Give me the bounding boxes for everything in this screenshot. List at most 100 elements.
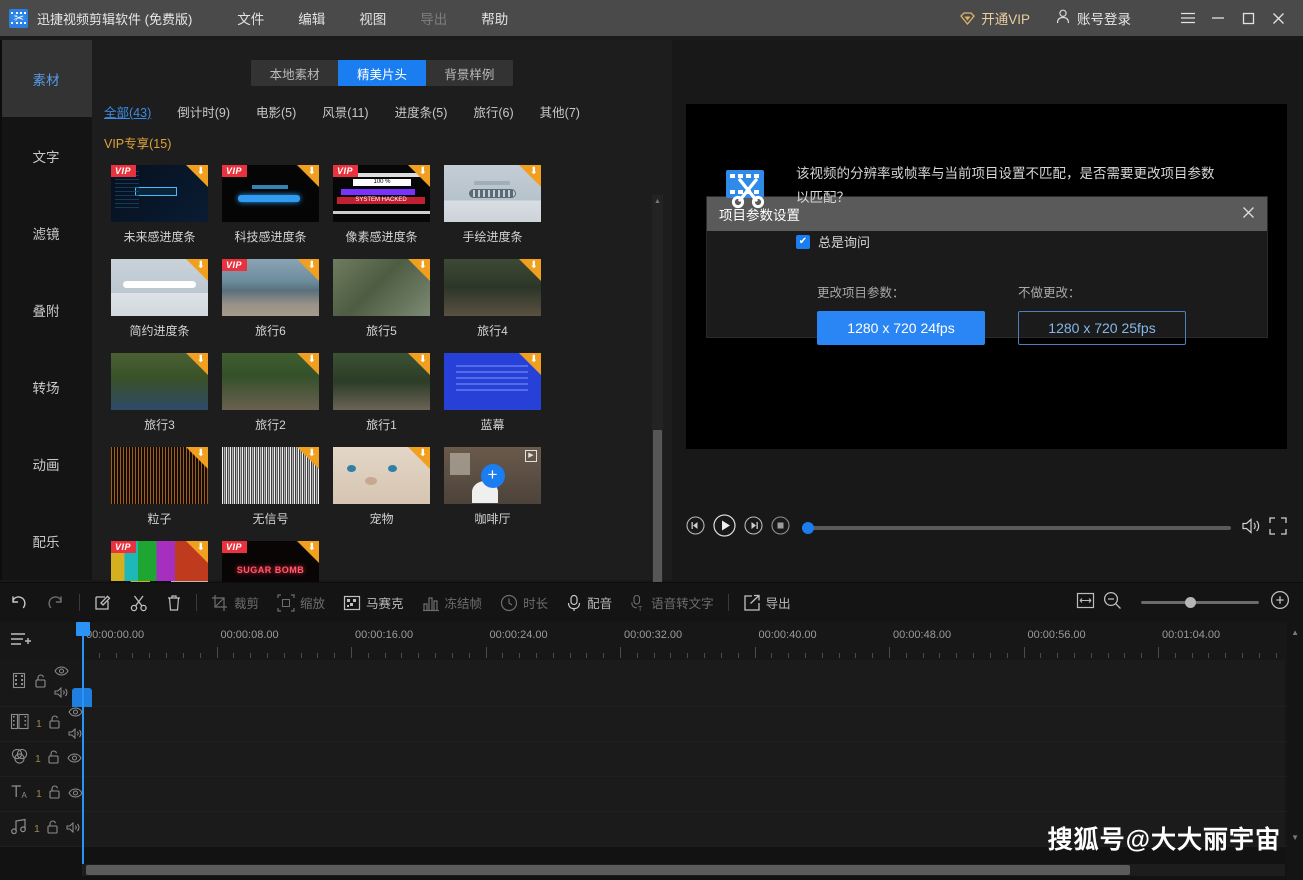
category-vip-exclusive[interactable]: VIP专享(15) (104, 133, 171, 152)
timeline-track-row[interactable] (0, 660, 1303, 707)
eye-icon[interactable] (54, 663, 69, 681)
minimize-icon[interactable] (1203, 3, 1233, 33)
fit-timeline-icon[interactable] (1076, 592, 1095, 614)
category-travel[interactable]: 旅行(6) (473, 102, 513, 121)
track-lane[interactable] (82, 742, 1285, 776)
apply-24fps-button[interactable]: 1280 x 720 24fps (817, 311, 985, 345)
download-icon[interactable]: ⬇ (197, 542, 205, 553)
material-item[interactable]: ⬇宠物 (326, 447, 437, 527)
material-thumbnail[interactable]: ⬇ (333, 259, 430, 316)
always-ask-checkbox[interactable]: ✔ 总是询问 (796, 232, 870, 251)
timeline-ruler[interactable]: 00:00:00.0000:00:08.0000:00:16.0000:00:2… (0, 622, 1303, 660)
material-thumbnail[interactable]: ⬇ (333, 353, 430, 410)
track-lane[interactable] (82, 707, 1285, 741)
delete-button[interactable] (157, 583, 191, 623)
material-item[interactable]: ⬇旅行3 (104, 353, 215, 433)
menu-edit[interactable]: 编辑 (281, 8, 342, 28)
download-icon[interactable]: ⬇ (308, 542, 316, 553)
material-thumbnail[interactable]: ⬇ (444, 353, 541, 410)
material-item[interactable]: ⬇简约进度条 (104, 259, 215, 339)
material-item[interactable]: +▶咖啡厅 (437, 447, 548, 527)
category-other[interactable]: 其他(7) (540, 102, 580, 121)
volume-icon[interactable] (1241, 517, 1261, 540)
download-icon[interactable]: ⬇ (530, 166, 538, 177)
maximize-icon[interactable] (1233, 3, 1263, 33)
category-all[interactable]: 全部(43) (104, 102, 151, 121)
freeze-frame-button[interactable]: 冻结帧 (413, 583, 492, 623)
edit-clip-button[interactable] (85, 583, 121, 623)
speaker-icon[interactable] (54, 685, 69, 703)
timeline-track-row[interactable]: 1 (0, 742, 1303, 777)
scrollbar-thumb[interactable] (653, 430, 662, 602)
material-thumbnail[interactable]: +▶ (444, 447, 541, 504)
eye-icon[interactable] (67, 750, 82, 768)
material-thumbnail[interactable]: ⬇ (222, 353, 319, 410)
speaker-icon[interactable] (66, 820, 81, 838)
scroll-up-arrow-icon[interactable]: ▲ (654, 198, 661, 205)
playhead-handle[interactable] (76, 622, 90, 636)
material-item[interactable]: ⬇手绘进度条 (437, 165, 548, 245)
play-icon[interactable] (713, 514, 736, 542)
eye-icon[interactable] (68, 785, 83, 803)
hscroll-thumb[interactable] (86, 865, 1130, 875)
unlock-icon[interactable] (48, 715, 61, 734)
stop-icon[interactable] (771, 516, 790, 540)
unlock-icon[interactable] (46, 820, 59, 839)
playhead[interactable] (82, 622, 84, 864)
timeline-scroll-down-icon[interactable]: ▼ (1291, 833, 1299, 842)
tab-local-material[interactable]: 本地素材 (251, 60, 338, 86)
track-lane[interactable] (82, 660, 1285, 706)
next-frame-icon[interactable] (744, 516, 763, 540)
preview-play-icon[interactable]: ▶ (525, 450, 537, 462)
material-thumbnail[interactable]: ⬇ (222, 447, 319, 504)
material-item[interactable]: ⬇旅行2 (215, 353, 326, 433)
duration-button[interactable]: 时长 (491, 583, 557, 623)
unlock-icon[interactable] (48, 785, 61, 804)
material-item[interactable]: ⬇VIP旅行6 (215, 259, 326, 339)
add-track-icon[interactable] (10, 630, 32, 652)
material-item[interactable]: ⬇旅行4 (437, 259, 548, 339)
timeline-track-row[interactable]: A1 (0, 777, 1303, 812)
zoom-slider[interactable] (1141, 601, 1259, 604)
download-icon[interactable]: ⬇ (530, 260, 538, 271)
category-scenery[interactable]: 风景(11) (322, 102, 368, 121)
download-icon[interactable]: ⬇ (419, 448, 427, 459)
material-item[interactable]: ⬇旅行5 (326, 259, 437, 339)
split-button[interactable] (121, 583, 157, 623)
download-icon[interactable]: ⬇ (197, 354, 205, 365)
scale-button[interactable]: 缩放 (268, 583, 334, 623)
voiceover-button[interactable]: 配音 (557, 583, 621, 623)
mosaic-button[interactable]: 马赛克 (334, 583, 413, 623)
progress-knob[interactable] (802, 522, 814, 534)
material-thumbnail[interactable]: ⬇ (111, 259, 208, 316)
download-icon[interactable]: ⬇ (530, 354, 538, 365)
material-item[interactable]: ⬇旅行1 (326, 353, 437, 433)
material-thumbnail[interactable]: ⬇VIP (222, 165, 319, 222)
material-thumbnail[interactable]: ⬇ (333, 447, 430, 504)
prev-frame-icon[interactable] (686, 516, 705, 540)
download-icon[interactable]: ⬇ (419, 354, 427, 365)
crop-button[interactable]: 裁剪 (202, 583, 268, 623)
menu-help[interactable]: 帮助 (464, 8, 525, 28)
download-icon[interactable]: ⬇ (308, 448, 316, 459)
material-item[interactable]: ⬇蓝幕 (437, 353, 548, 433)
category-countdown[interactable]: 倒计时(9) (177, 102, 230, 121)
category-progressbar[interactable]: 进度条(5) (395, 102, 448, 121)
zoom-in-icon[interactable] (1270, 590, 1291, 616)
material-item[interactable]: ⬇VIP未来感进度条 (104, 165, 215, 245)
download-icon[interactable]: ⬇ (308, 166, 316, 177)
account-login-button[interactable]: 账号登录 (1056, 8, 1131, 28)
download-icon[interactable]: ⬇ (419, 166, 427, 177)
sidebar-item-filter[interactable]: 滤镜 (0, 194, 92, 271)
download-icon[interactable]: ⬇ (197, 448, 205, 459)
eye-icon[interactable] (68, 704, 83, 722)
material-thumbnail[interactable]: ⬇VIP (222, 259, 319, 316)
tab-background-samples[interactable]: 背景样例 (426, 60, 513, 86)
download-icon[interactable]: ⬇ (197, 166, 205, 177)
playback-progress-slider[interactable] (802, 526, 1231, 530)
sidebar-item-music[interactable]: 配乐 (0, 502, 92, 579)
redo-button[interactable] (37, 583, 74, 623)
zoom-out-icon[interactable] (1103, 591, 1122, 615)
export-button[interactable]: 导出 (734, 583, 800, 623)
material-thumbnail[interactable]: ⬇ (444, 165, 541, 222)
